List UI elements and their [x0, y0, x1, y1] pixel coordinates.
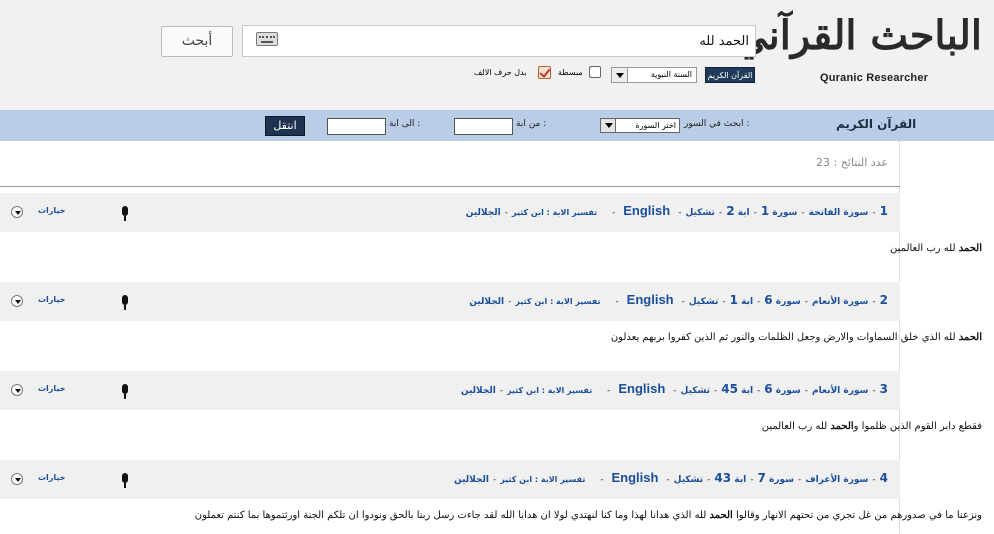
- tashkeel-link[interactable]: تشكيل: [685, 208, 714, 218]
- tashkeel-link[interactable]: تشكيل: [674, 475, 703, 485]
- aya-number: 43: [714, 471, 732, 485]
- result-number: 4: [879, 471, 888, 485]
- chevron-down-icon: [612, 68, 628, 82]
- section-title: القرآن الكريم: [836, 117, 917, 131]
- sunna-select[interactable]: السنة النبوية: [611, 67, 697, 83]
- verse-text: الحمد لله رب العالمين: [890, 243, 982, 254]
- sura-search-label: ابحث في السور :: [684, 119, 750, 129]
- microphone-icon[interactable]: [120, 473, 129, 488]
- divider: [0, 186, 900, 187]
- search-button[interactable]: أبحث: [161, 26, 233, 57]
- jalalain-link[interactable]: الجلالين: [454, 475, 489, 485]
- search-box: [242, 25, 756, 57]
- microphone-icon[interactable]: [120, 384, 129, 399]
- aya-number: 45: [721, 382, 738, 396]
- to-aya-input[interactable]: [327, 118, 386, 135]
- jalalain-link[interactable]: الجلالين: [461, 386, 496, 396]
- options-link[interactable]: خيارات: [38, 473, 65, 482]
- microphone-icon[interactable]: [120, 295, 129, 310]
- alef-checkbox[interactable]: [538, 66, 551, 79]
- tafsir-link[interactable]: تفسير الابة : ابن كثير: [512, 208, 597, 217]
- english-link[interactable]: English: [618, 381, 665, 396]
- tafsir-link[interactable]: تفسير الابة : ابن كثير: [515, 297, 600, 306]
- from-aya-input[interactable]: [454, 118, 513, 135]
- result-header: الجلالين - تفسير الابة : ابن كثير - Engl…: [0, 282, 900, 321]
- aya-label: ابة: [741, 297, 754, 307]
- sura-label: سورة: [775, 386, 801, 396]
- sura-label: سورة: [768, 475, 794, 485]
- aya-label: ابة: [734, 475, 747, 485]
- aya-label: ابة: [737, 208, 750, 218]
- tashkeel-link[interactable]: تشكيل: [681, 386, 710, 396]
- result-header: الجلالين - تفسير الابة : ابن كثير - Engl…: [0, 371, 900, 410]
- jalalain-link[interactable]: الجلالين: [469, 297, 504, 307]
- result-header: الجلالين - تفسير الابة : ابن كثير - Engl…: [0, 460, 900, 499]
- highlighted-term: الحمد: [709, 510, 733, 521]
- tafsir-link[interactable]: تفسير الابة : ابن كثير: [500, 475, 585, 484]
- simplified-checkbox[interactable]: [589, 66, 601, 78]
- sura-name-link[interactable]: سورة الأنعام: [812, 297, 868, 307]
- options-link[interactable]: خيارات: [38, 206, 65, 215]
- highlighted-term: الحمد: [830, 421, 854, 432]
- english-link[interactable]: English: [627, 292, 674, 307]
- from-aya-label: من ابة :: [516, 119, 547, 129]
- go-button[interactable]: انتقل: [265, 116, 305, 136]
- aya-number: 1: [729, 293, 738, 307]
- result-number: 3: [879, 382, 888, 396]
- logo-arabic: الباحث القرآني: [735, 12, 983, 59]
- result-meta: الجلالين - تفسير الابة : ابن كثير - Engl…: [454, 470, 888, 485]
- search-input[interactable]: [277, 26, 753, 56]
- highlighted-term: الحمد: [958, 332, 982, 343]
- keyboard-icon[interactable]: [256, 32, 278, 46]
- quran-option-button[interactable]: القرآن الكريم: [705, 67, 755, 83]
- sura-name-link[interactable]: سورة الفاتحة: [809, 208, 869, 218]
- result-number: 2: [879, 293, 888, 307]
- sura-name-link[interactable]: سورة الأنعام: [812, 386, 868, 396]
- english-link[interactable]: English: [623, 203, 670, 218]
- header: الباحث القرآني Quranic Researcher أبحث ا…: [0, 0, 994, 110]
- sura-number: 6: [764, 293, 773, 307]
- aya-label: ابة: [741, 386, 754, 396]
- chevron-down-icon[interactable]: [11, 384, 23, 396]
- result-meta: الجلالين - تفسير الابة : ابن كثير - Engl…: [469, 292, 888, 307]
- tafsir-link[interactable]: تفسير الابة : ابن كثير: [507, 386, 592, 395]
- highlighted-term: الحمد: [958, 243, 982, 254]
- result-meta: الجلالين - تفسير الابة : ابن كثير - Engl…: [465, 203, 888, 218]
- sunna-select-label: السنة النبوية: [650, 70, 692, 79]
- chevron-down-icon[interactable]: [11, 473, 23, 485]
- to-aya-label: الى ابة :: [389, 119, 421, 129]
- tashkeel-link[interactable]: تشكيل: [689, 297, 718, 307]
- sura-number: 1: [760, 204, 770, 218]
- sura-label: سورة: [775, 297, 801, 307]
- options-link[interactable]: خيارات: [38, 384, 65, 393]
- jalalain-link[interactable]: الجلالين: [466, 208, 501, 218]
- sura-number: 6: [764, 382, 773, 396]
- chevron-down-icon[interactable]: [11, 295, 23, 307]
- logo-english: Quranic Researcher: [820, 72, 929, 84]
- sura-navbar: القرآن الكريم ابحث في السور : اختر السور…: [0, 110, 994, 141]
- sura-select[interactable]: اختر السورة: [600, 118, 680, 133]
- alef-label: بدل حرف الالف: [474, 68, 527, 77]
- verse-text: ونزعنا ما في صدورهم من غل تجري من تحتهم …: [194, 510, 982, 521]
- verse-text: فقطع دابر القوم الذين ظلموا والحمد لله ر…: [761, 421, 982, 432]
- aya-number: 2: [726, 204, 735, 218]
- sura-label: سورة: [772, 208, 798, 218]
- result-number: 1: [879, 204, 888, 218]
- sura-number: 7: [757, 471, 766, 485]
- logo[interactable]: الباحث القرآني Quranic Researcher: [735, 10, 990, 90]
- microphone-icon[interactable]: [120, 206, 129, 221]
- simplified-label: مبسطة: [558, 68, 583, 77]
- verse-text: الحمد لله الذي خلق السماوات والارض وجعل …: [610, 332, 982, 343]
- options-link[interactable]: خيارات: [38, 295, 65, 304]
- result-header: الجلالين - تفسير الابة : ابن كثير - Engl…: [0, 193, 900, 232]
- chevron-down-icon: [601, 119, 616, 132]
- sura-select-value: اختر السورة: [635, 121, 676, 130]
- result-meta: الجلالين - تفسير الابة : ابن كثير - Engl…: [460, 381, 888, 396]
- results-count: عدد النتائج : 23: [816, 156, 888, 169]
- sura-name-link[interactable]: سورة الأعراف: [805, 475, 868, 485]
- english-link[interactable]: English: [611, 470, 658, 485]
- chevron-down-icon[interactable]: [11, 206, 23, 218]
